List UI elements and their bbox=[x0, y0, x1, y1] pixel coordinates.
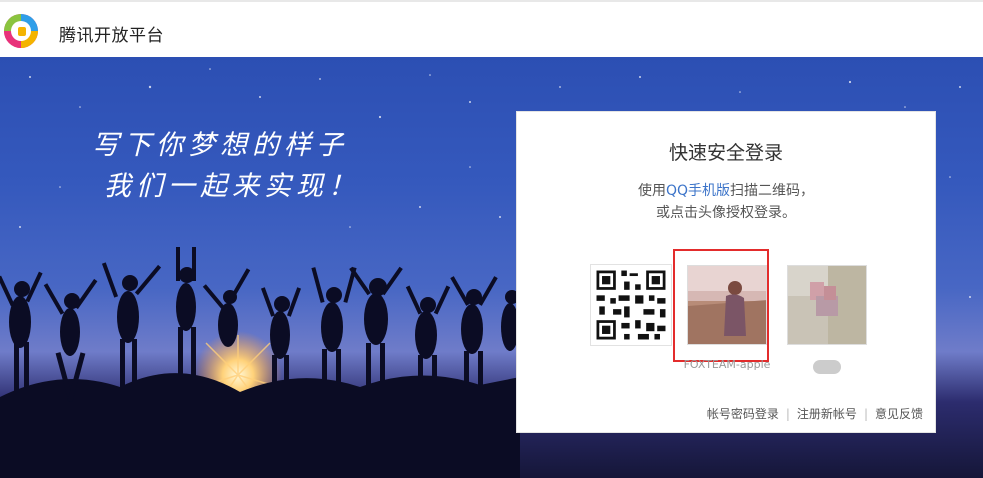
slogan-line-1: 写下你梦想的样子 bbox=[92, 130, 348, 161]
slogan: 写下你梦想的样子 我们一起来实现！ bbox=[92, 125, 360, 207]
feedback-link[interactable]: 意见反馈 bbox=[875, 407, 923, 421]
qr-code-pattern bbox=[591, 265, 671, 345]
account-name: FOXTEAM-apple bbox=[683, 358, 771, 371]
login-description: 使用QQ手机版扫描二维码， 或点击头像授权登录。 bbox=[517, 180, 935, 224]
brand-title: 腾讯开放平台 bbox=[59, 26, 164, 46]
desc-line-2: 或点击头像授权登录。 bbox=[656, 205, 796, 221]
desc-suffix: 扫描二维码， bbox=[730, 183, 815, 199]
login-title: 快速安全登录 bbox=[668, 142, 783, 164]
hero-banner: 写下你梦想的样子 我们一起来实现！ 快速安全登录 使用QQ手机版扫描二维码， 或… bbox=[0, 57, 983, 478]
account-avatar-2[interactable] bbox=[787, 265, 867, 345]
qq-mobile-link[interactable]: QQ手机版 bbox=[666, 183, 730, 199]
footer-separator: | bbox=[785, 407, 790, 421]
jumping-crowd-silhouette bbox=[0, 247, 520, 478]
top-bar: 腾讯开放平台 bbox=[0, 0, 983, 57]
desc-line-1: 使用QQ手机版扫描二维码， bbox=[517, 180, 935, 202]
qr-code[interactable] bbox=[590, 264, 672, 346]
account-name-blurred bbox=[813, 360, 841, 374]
selected-account-highlight bbox=[673, 249, 769, 362]
register-link[interactable]: 注册新帐号 bbox=[797, 407, 857, 421]
footer-separator: | bbox=[863, 407, 868, 421]
login-panel: 快速安全登录 使用QQ手机版扫描二维码， 或点击头像授权登录。 FOXTEAM-… bbox=[516, 111, 936, 433]
password-login-link[interactable]: 帐号密码登录 bbox=[707, 407, 779, 421]
avatar-photo-blurred bbox=[788, 266, 866, 344]
login-footer-links: 帐号密码登录 | 注册新帐号 | 意见反馈 bbox=[707, 405, 923, 422]
slogan-line-2: 我们一起来实现！ bbox=[104, 171, 360, 202]
tencent-open-logo-icon[interactable] bbox=[2, 12, 40, 50]
desc-prefix: 使用 bbox=[637, 183, 666, 199]
